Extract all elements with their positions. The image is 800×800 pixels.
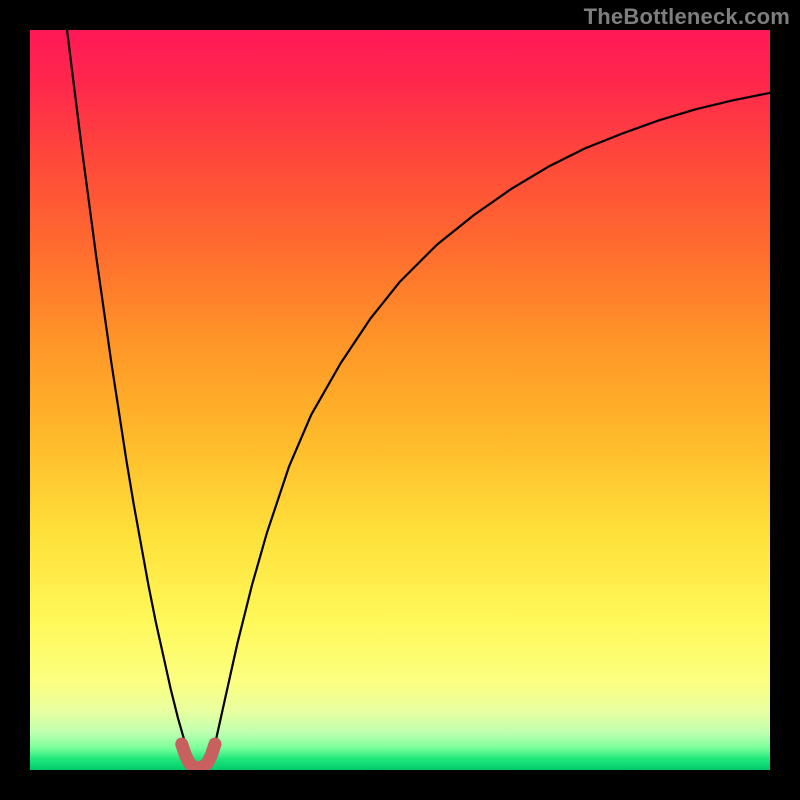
chart-plot <box>30 30 770 770</box>
valley-marker <box>182 744 215 768</box>
curve-right-branch <box>211 93 770 759</box>
curve-left-branch <box>67 30 189 759</box>
chart-frame: TheBottleneck.com <box>0 0 800 800</box>
watermark-text: TheBottleneck.com <box>584 4 790 30</box>
